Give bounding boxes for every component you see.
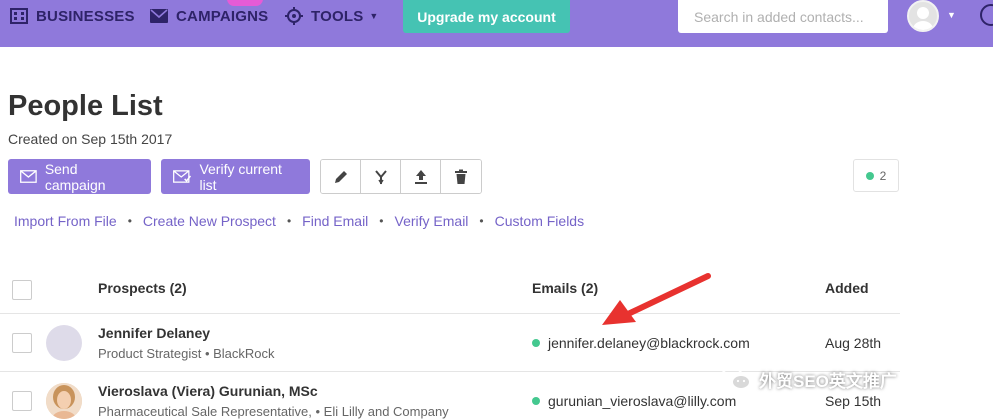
nav-tools-label: TOOLS — [311, 7, 364, 25]
prospect-email-text: jennifer.delaney@blackrock.com — [548, 335, 750, 351]
prospects-table: Prospects (2) Emails (2) Added Jennifer … — [0, 268, 900, 420]
row-checkbox[interactable] — [12, 333, 32, 353]
row-checkbox[interactable] — [12, 391, 32, 411]
list-action-links: Import From File • Create New Prospect •… — [14, 213, 584, 229]
email-status-dot-icon — [532, 339, 540, 347]
avatar — [46, 383, 82, 419]
nav-businesses-label: BUSINESSES — [36, 7, 135, 25]
prospect-name[interactable]: Vieroslava (Viera) Gurunian, MSc — [98, 383, 318, 399]
find-email-link[interactable]: Find Email — [302, 213, 368, 229]
upload-list-button[interactable] — [401, 160, 441, 193]
prospect-email[interactable]: gurunian_vieroslava@lilly.com — [532, 393, 736, 409]
select-all-checkbox[interactable] — [12, 280, 32, 300]
annotation-arrow-icon — [602, 273, 711, 325]
envelope-check-icon — [173, 170, 192, 183]
status-dot-icon — [865, 171, 874, 180]
top-navigation: BUSINESSES CAMPAIGNS TOOLS ▼ Upgrade my … — [0, 0, 993, 47]
verify-email-link[interactable]: Verify Email — [395, 213, 469, 229]
prospect-title-company: Pharmaceutical Sale Representative, • El… — [98, 404, 449, 419]
watermark-text: 外贸SEO英文推广 — [759, 371, 897, 391]
watermark: 外贸SEO英文推广 — [721, 362, 993, 396]
prospect-added-date: Aug 28th — [825, 335, 882, 351]
trash-icon — [455, 169, 467, 184]
merge-list-button[interactable] — [361, 160, 401, 193]
avatar — [46, 325, 82, 361]
building-icon — [10, 8, 28, 24]
user-silhouette-icon — [913, 7, 933, 30]
send-campaign-button[interactable]: Send campaign — [8, 159, 151, 194]
table-header: Prospects (2) Emails (2) Added — [0, 268, 900, 314]
verify-list-label: Verify current list — [199, 160, 282, 193]
separator-dot: • — [127, 214, 132, 228]
added-column-header[interactable]: Added — [825, 280, 869, 296]
person-photo — [46, 383, 82, 419]
separator-dot: • — [379, 214, 384, 228]
separator-dot: • — [479, 214, 484, 228]
target-icon — [285, 7, 303, 25]
chevron-down-icon: ▼ — [369, 11, 379, 21]
pencil-icon — [334, 170, 347, 183]
delete-list-button[interactable] — [441, 160, 481, 193]
user-avatar[interactable] — [907, 0, 939, 32]
created-date: Created on Sep 15th 2017 — [8, 131, 173, 147]
wechat-logo-icon — [721, 367, 751, 390]
envelope-icon — [150, 9, 168, 23]
verified-count-chip[interactable]: 2 — [853, 159, 899, 192]
info-icon[interactable] — [980, 4, 993, 26]
new-badge — [227, 0, 263, 6]
edit-list-button[interactable] — [321, 160, 361, 193]
upgrade-button[interactable]: Upgrade my account — [403, 0, 570, 33]
upload-icon — [414, 169, 427, 184]
search-input[interactable] — [694, 8, 872, 25]
merge-icon — [374, 169, 387, 184]
envelope-icon — [20, 170, 37, 183]
prospect-email[interactable]: jennifer.delaney@blackrock.com — [532, 335, 750, 351]
create-new-prospect-link[interactable]: Create New Prospect — [143, 213, 276, 229]
verified-count: 2 — [879, 168, 887, 183]
search-box — [678, 0, 888, 33]
custom-fields-link[interactable]: Custom Fields — [495, 213, 584, 229]
nav-businesses[interactable]: BUSINESSES — [10, 0, 135, 32]
send-campaign-label: Send campaign — [44, 160, 106, 193]
prospect-email-text: gurunian_vieroslava@lilly.com — [548, 393, 737, 409]
nav-campaigns-label: CAMPAIGNS — [176, 7, 269, 25]
verify-list-button[interactable]: Verify current list — [161, 159, 310, 194]
emails-column-header[interactable]: Emails (2) — [532, 280, 598, 296]
user-menu-chevron-icon[interactable]: ▼ — [947, 10, 956, 20]
import-from-file-link[interactable]: Import From File — [14, 213, 117, 229]
page-title: People List — [8, 90, 163, 122]
separator-dot: • — [286, 214, 292, 228]
prospects-column-header[interactable]: Prospects (2) — [98, 280, 187, 296]
nav-tools[interactable]: TOOLS ▼ — [285, 0, 379, 32]
prospect-title-company: Product Strategist • BlackRock — [98, 346, 275, 361]
email-status-dot-icon — [532, 397, 540, 405]
prospect-name[interactable]: Jennifer Delaney — [98, 325, 210, 341]
list-action-buttons — [320, 159, 482, 194]
